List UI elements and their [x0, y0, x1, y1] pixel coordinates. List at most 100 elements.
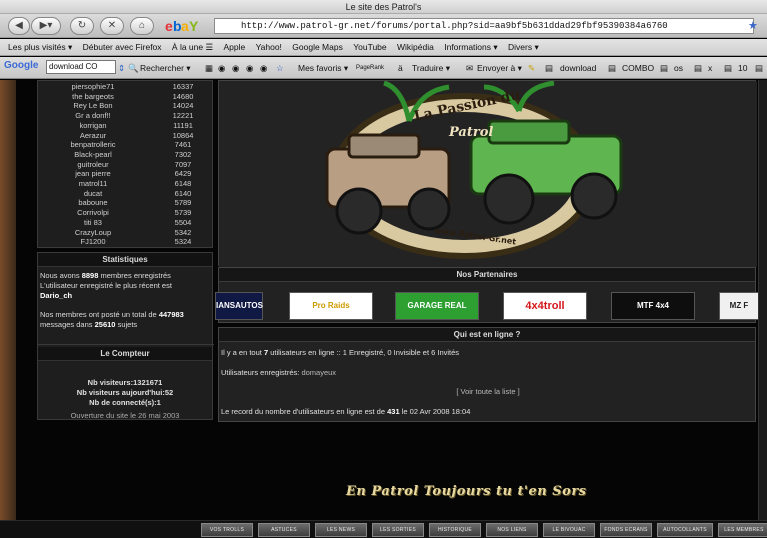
nav-les-sorties[interactable]: LES SORTIES [372, 523, 424, 537]
ranking-member-name[interactable]: CrazyLoup [38, 228, 148, 237]
online-panel: Qui est en ligne ? Il y a en tout 7 util… [218, 327, 756, 422]
favorites-menu[interactable]: Mes favoris ▾ [298, 62, 348, 74]
ranking-member-name[interactable]: the bargeots [38, 92, 148, 101]
toolbar-icon[interactable]: ◉ [218, 62, 225, 74]
bookmark-item[interactable]: Débuter avec Firefox [83, 39, 162, 55]
ranking-member-name[interactable]: Rey Le Bon [38, 101, 148, 110]
popup-blocker-icon[interactable]: ▦ [205, 62, 213, 74]
partner-banner-proraids[interactable]: Pro Raids [289, 292, 373, 320]
ranking-member-count: 14024 [172, 101, 194, 111]
nav-vos-trolls[interactable]: VOS TROLLS [201, 523, 253, 537]
search-term-download[interactable]: download [560, 62, 596, 74]
members-count: 8898 [81, 271, 99, 280]
stop-icon: ✕ [107, 20, 117, 31]
search-term-10[interactable]: 10 [738, 62, 747, 74]
ranking-member-name[interactable]: guitroleur [38, 160, 148, 169]
forward-button[interactable]: ▶▾ [31, 17, 61, 35]
bookmark-item[interactable]: Les plus visités ▾ [8, 39, 72, 55]
see-full-list-link[interactable]: [ Voir toute la liste ] [219, 387, 757, 396]
ranking-member-name[interactable]: Corrivolpi [38, 208, 148, 217]
online-record: Le record du nombre d'utilisateurs en li… [221, 407, 471, 416]
ranking-member-name[interactable]: titi 83 [38, 218, 148, 227]
ranking-member-name[interactable]: benpatrolleric [38, 140, 148, 149]
favorites-star-icon: ☆ [276, 63, 284, 73]
toolbar-icon[interactable]: ◉ [232, 62, 239, 74]
stats-title: Statistiques [38, 253, 212, 267]
ranking-member-name[interactable]: piersophie71 [38, 82, 148, 91]
ranking-member-name[interactable]: FJ1200 [38, 237, 148, 246]
ranking-member-name[interactable]: baboune [38, 198, 148, 207]
search-term-icon: ▤ [694, 63, 703, 73]
bookmark-item[interactable]: Apple [223, 39, 245, 55]
google-logo-icon: Google [4, 60, 39, 71]
stop-button[interactable]: ✕ [100, 17, 124, 35]
ranking-member-count: 5342 [174, 227, 192, 237]
ebay-button[interactable]: e b a Y [165, 17, 201, 35]
nav-nos-liens[interactable]: NOS LIENS [486, 523, 538, 537]
newest-member-link[interactable]: Dario_ch [40, 291, 72, 301]
ranking-member-name[interactable]: ducat [38, 189, 148, 198]
bookmark-item[interactable]: Informations ▾ [444, 39, 497, 55]
nav-astuces[interactable]: ASTUCES [258, 523, 310, 537]
url-bar[interactable]: http://www.patrol-gr.net/forums/portal.p… [214, 18, 754, 34]
nav-fonds-ecrans[interactable]: FONDS ECRANS [600, 523, 652, 537]
ranking-member-name[interactable]: korrigan [38, 121, 148, 130]
navigation-toolbar: ◀ ▶▾ ↻ ✕ ⌂ e b a Y http://www.patrol-gr.… [0, 14, 767, 38]
partner-banner-4x4troll[interactable]: 4x4troll [503, 292, 587, 320]
search-term-icon: ▤ [724, 63, 733, 73]
stats-topics-line: messages dans 25610 sujets [40, 320, 138, 329]
ranking-member-name[interactable]: Gr a donf!! [38, 111, 148, 120]
translate-menu[interactable]: Traduire ▾ [412, 62, 450, 74]
bookmark-item[interactable]: Divers ▾ [508, 39, 539, 55]
site-logo-panel: La Passion du Patrol www.Patrol-Gr.net [218, 80, 757, 267]
ranking-member-count: 7461 [174, 140, 192, 150]
reload-button[interactable]: ↻ [70, 17, 94, 35]
toolbar-icon[interactable]: ◉ [246, 62, 253, 74]
search-term-combo[interactable]: COMBO [622, 62, 654, 74]
counter-today: Nb visiteurs aujourd'hui:52 [76, 388, 174, 397]
google-search-input[interactable]: download CO [46, 60, 116, 74]
search-term-x[interactable]: x [708, 62, 712, 74]
bookmark-star-icon[interactable]: ★ [748, 19, 758, 32]
back-button[interactable]: ◀ [8, 17, 30, 35]
highlighter-icon[interactable]: ✎ [528, 62, 535, 74]
partner-banner-mz[interactable]: MZ F [719, 292, 759, 320]
send-menu[interactable]: Envoyer à ▾ [477, 62, 522, 74]
nav-historique[interactable]: HISTORIQUE [429, 523, 481, 537]
back-arrow-icon: ◀ [15, 20, 23, 31]
ranking-member-name[interactable]: Aerazur [38, 131, 148, 140]
bookmark-item[interactable]: À la une ☰ [172, 39, 213, 55]
stats-newest-line: L'utilisateur enregistré le plus récent … [40, 281, 172, 290]
ranking-member-name[interactable]: Black-pearl [38, 150, 148, 159]
search-term-icon: ▤ [545, 63, 554, 73]
site-slogan: En Patrol Toujours tu t'en Sors [346, 484, 587, 499]
translate-icon: ä [398, 63, 403, 73]
ranking-member-count: 5739 [174, 208, 192, 218]
nav-les-membres[interactable]: LES MEMBRES [718, 523, 767, 537]
partner-banner-mtf[interactable]: MTF 4x4 [611, 292, 695, 320]
nav-le-bivouac[interactable]: LE BIVOUAC [543, 523, 595, 537]
online-user-link[interactable]: domayeux [301, 368, 336, 377]
home-button[interactable]: ⌂ [130, 17, 154, 35]
search-dropdown-icon[interactable]: ⇕ [118, 62, 125, 74]
ranking-member-name[interactable]: matrol11 [38, 179, 148, 188]
ranking-member-count: 6140 [174, 188, 192, 198]
google-search-button[interactable]: Rechercher ▾ [140, 62, 191, 74]
nav-autocollants[interactable]: AUTOCOLLANTS [657, 523, 713, 537]
partner-banner-iansautos[interactable]: IANSAUTOS [215, 292, 263, 320]
patrol-logo-icon: La Passion du Patrol www.Patrol-Gr.net [219, 80, 757, 267]
ranking-member-count: 5789 [174, 198, 192, 208]
toolbar-icon[interactable]: ◉ [260, 62, 267, 74]
search-term-os[interactable]: os [674, 62, 683, 74]
bookmark-item[interactable]: Google Maps [292, 39, 343, 55]
bookmark-item[interactable]: Yahoo! [256, 39, 282, 55]
stats-posts-line: Nos membres ont posté un total de 447983 [40, 310, 184, 319]
ranking-member-count: 5504 [174, 217, 192, 227]
right-scrollbar[interactable] [758, 80, 767, 520]
ranking-member-name[interactable]: jean pierre [38, 169, 148, 178]
bookmark-item[interactable]: YouTube [353, 39, 386, 55]
nav-les-news[interactable]: LES NEWS [315, 523, 367, 537]
ebay-logo-icon: e b a Y [165, 18, 199, 34]
bookmark-item[interactable]: Wikipédia [397, 39, 434, 55]
partner-banner-garage-real[interactable]: GARAGE REAL [395, 292, 479, 320]
